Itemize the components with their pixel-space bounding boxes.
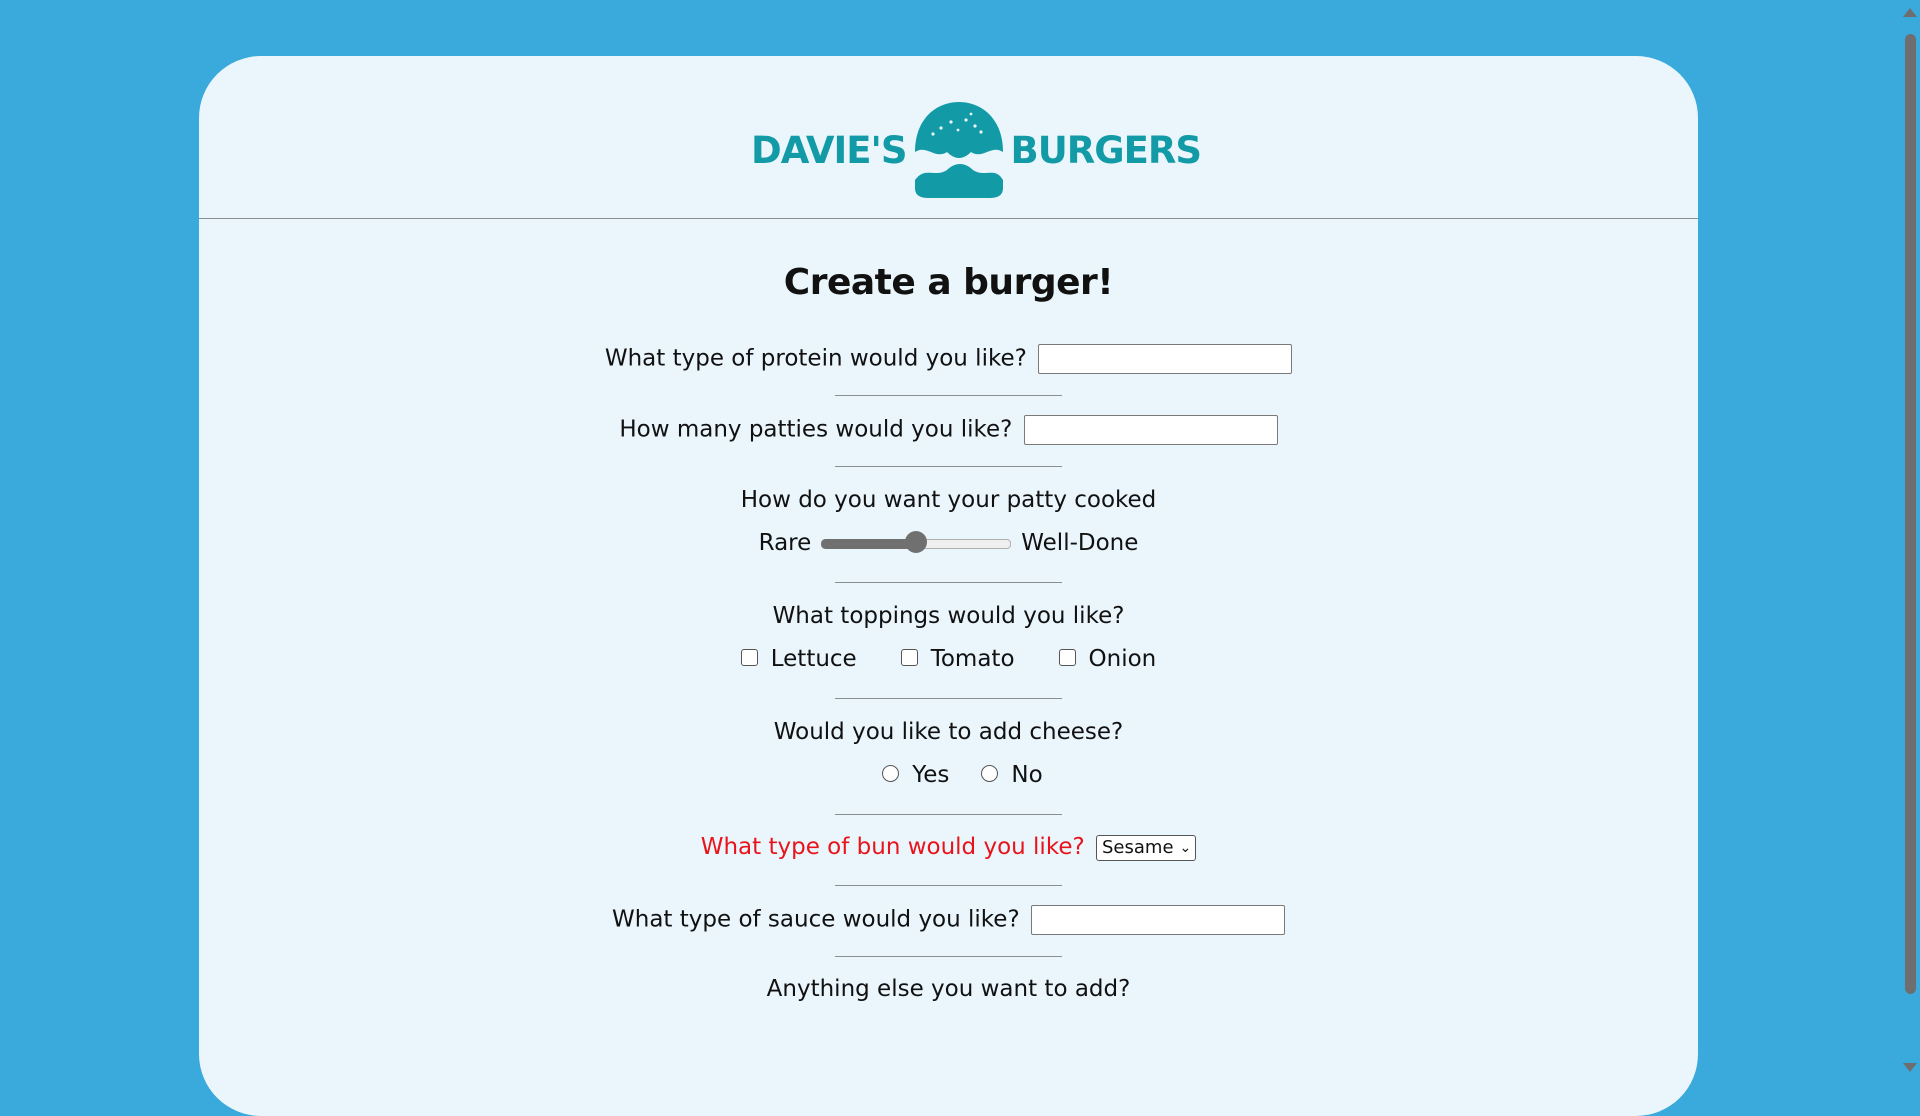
divider bbox=[835, 814, 1062, 815]
cooked-label: How do you want your patty cooked bbox=[740, 487, 1157, 513]
toppings-label: What toppings would you like? bbox=[772, 603, 1125, 629]
slider-min-label: Rare bbox=[758, 530, 812, 556]
divider bbox=[835, 582, 1062, 583]
toppings-row: Lettuce Tomato Onion bbox=[199, 646, 1698, 672]
cheese-option-label: No bbox=[1011, 762, 1043, 788]
extra-label: Anything else you want to add? bbox=[766, 976, 1131, 1002]
bun-label: What type of bun would you like? bbox=[700, 834, 1085, 860]
protein-input[interactable] bbox=[1038, 344, 1293, 374]
cooked-slider-row: Rare Well-Done bbox=[199, 530, 1698, 556]
logo[interactable]: DAVIE'S BURGERS bbox=[751, 100, 1203, 200]
scroll-thumb[interactable] bbox=[1905, 34, 1916, 994]
cheese-no[interactable]: No bbox=[981, 762, 1043, 788]
topping-tomato[interactable]: Tomato bbox=[900, 646, 1015, 672]
cheese-yes-radio[interactable] bbox=[882, 764, 900, 782]
divider bbox=[835, 395, 1062, 396]
doneness-slider[interactable] bbox=[821, 531, 1012, 553]
cheese-yes[interactable]: Yes bbox=[882, 762, 949, 788]
topping-label: Lettuce bbox=[770, 646, 857, 672]
chevron-down-icon: ⌄ bbox=[1179, 839, 1192, 856]
bun-select[interactable]: Sesame ⌄ bbox=[1096, 834, 1197, 861]
scrollbar[interactable] bbox=[1900, 0, 1920, 1080]
slider-fill bbox=[821, 539, 917, 549]
cheese-label: Would you like to add cheese? bbox=[773, 719, 1124, 745]
divider bbox=[835, 466, 1062, 467]
protein-label: What type of protein would you like? bbox=[604, 345, 1027, 372]
logo-text-right: BURGERS bbox=[1010, 128, 1203, 172]
bun-selected-value: Sesame bbox=[1102, 837, 1174, 858]
form-card: DAVIE'S BURGERS Create a burger! What ty… bbox=[199, 56, 1698, 1116]
topping-label: Tomato bbox=[930, 646, 1015, 672]
onion-checkbox[interactable] bbox=[1058, 648, 1076, 666]
cheese-row: Yes No bbox=[199, 762, 1698, 788]
topping-label: Onion bbox=[1088, 646, 1157, 672]
tomato-checkbox[interactable] bbox=[900, 648, 918, 666]
slider-thumb[interactable] bbox=[905, 531, 928, 553]
scroll-up-icon[interactable] bbox=[1903, 8, 1917, 17]
sauce-input[interactable] bbox=[1030, 905, 1285, 935]
divider bbox=[835, 885, 1062, 886]
sauce-label: What type of sauce would you like? bbox=[612, 906, 1020, 933]
topping-onion[interactable]: Onion bbox=[1058, 646, 1157, 672]
logo-text-left: DAVIE'S bbox=[751, 128, 907, 172]
sauce-question: What type of sauce would you like? bbox=[199, 905, 1698, 935]
page-title: Create a burger! bbox=[783, 262, 1114, 303]
header: DAVIE'S BURGERS bbox=[199, 56, 1698, 219]
patties-label: How many patties would you like? bbox=[619, 416, 1013, 443]
cheese-no-radio[interactable] bbox=[981, 764, 999, 782]
burger-logo-icon bbox=[914, 102, 1003, 198]
cheese-option-label: Yes bbox=[912, 762, 950, 788]
divider bbox=[835, 698, 1062, 699]
lettuce-checkbox[interactable] bbox=[740, 648, 758, 666]
bun-question: What type of bun would you like? Sesame … bbox=[199, 834, 1698, 861]
divider bbox=[835, 956, 1062, 957]
patties-question: How many patties would you like? bbox=[199, 415, 1698, 445]
scroll-down-icon[interactable] bbox=[1903, 1063, 1917, 1072]
slider-max-label: Well-Done bbox=[1021, 530, 1139, 556]
patties-input[interactable] bbox=[1023, 415, 1278, 445]
protein-question: What type of protein would you like? bbox=[199, 344, 1698, 374]
topping-lettuce[interactable]: Lettuce bbox=[740, 646, 857, 672]
